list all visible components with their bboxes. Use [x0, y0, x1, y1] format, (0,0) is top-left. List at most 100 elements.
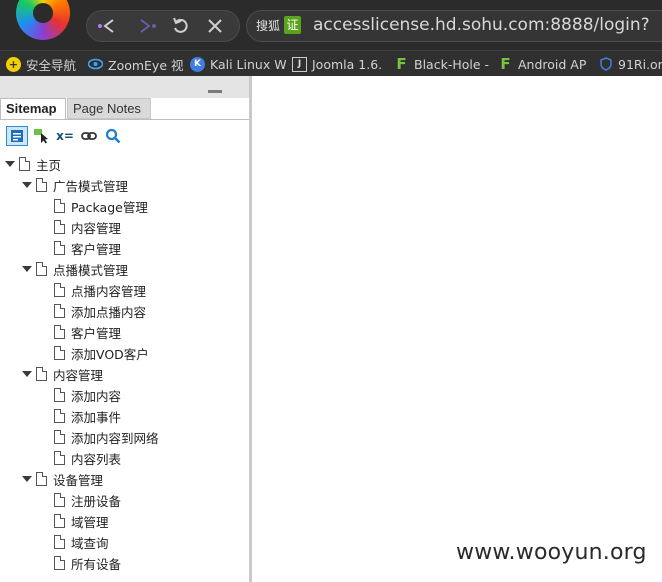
- tree-node-label: 所有设备: [71, 556, 122, 572]
- bookmark-label: Joomla 1.6.: [312, 56, 383, 72]
- browser-logo-icon[interactable]: [16, 0, 70, 40]
- bookmark-item[interactable]: F Black-Hole -: [394, 55, 489, 73]
- page-icon: [54, 241, 65, 255]
- tree-node[interactable]: 所有设备: [54, 553, 121, 573]
- tree-node-label: Package管理: [71, 199, 148, 215]
- bookmark-label: 安全导航: [26, 57, 77, 73]
- bookmark-label: Android AP: [518, 56, 587, 72]
- page-icon: [36, 262, 47, 276]
- tree-node[interactable]: 添加内容到网络: [54, 427, 159, 447]
- page-icon: [54, 220, 65, 234]
- bookmark-label: ZoomEye 视: [108, 57, 184, 73]
- page-icon: [54, 304, 65, 318]
- page-icon: [54, 451, 65, 465]
- collapse-caret-icon[interactable]: [22, 264, 32, 274]
- panel-header: [0, 76, 249, 98]
- bookmark-label: 91Ri.org: [618, 56, 662, 72]
- plus-shield-icon: +: [6, 56, 21, 72]
- tree-node[interactable]: 注册设备: [54, 490, 121, 510]
- tree-node-label: 点播模式管理: [53, 262, 129, 278]
- back-arrow-icon[interactable]: [94, 12, 120, 40]
- variable-icon[interactable]: x=: [54, 126, 76, 146]
- page-icon: [36, 472, 47, 486]
- tree-node[interactable]: 客户管理: [54, 238, 121, 258]
- tree-node[interactable]: 添加点播内容: [54, 301, 146, 321]
- certificate-badge[interactable]: 证: [284, 16, 301, 34]
- tree-node-label: 添加点播内容: [71, 304, 147, 320]
- bookmark-item[interactable]: ZoomEye 视: [88, 55, 184, 73]
- eye-icon: [88, 57, 103, 72]
- link-icon[interactable]: [78, 126, 100, 146]
- kali-icon: K: [190, 56, 205, 72]
- bookmark-item[interactable]: 91Ri.org: [598, 55, 662, 73]
- tree-node[interactable]: 域管理: [54, 511, 109, 531]
- page-icon: [54, 535, 65, 549]
- tree-node[interactable]: 添加内容: [54, 385, 121, 405]
- tree-node[interactable]: 广告模式管理: [22, 175, 128, 195]
- joomla-icon: J: [292, 56, 307, 72]
- collapse-caret-icon[interactable]: [5, 159, 15, 169]
- tree-node-root[interactable]: 主页: [5, 154, 61, 174]
- tree-node[interactable]: 添加VOD客户: [54, 343, 149, 363]
- bookmark-item[interactable]: + 安全导航: [6, 55, 76, 73]
- tree-node-label: 添加内容到网络: [71, 430, 159, 446]
- bookmark-item[interactable]: K Kali Linux W: [190, 55, 287, 73]
- collapse-caret-icon[interactable]: [22, 474, 32, 484]
- tabs-divider: [0, 119, 249, 120]
- page-icon: [36, 367, 47, 381]
- page-icon: [19, 157, 30, 171]
- page-icon: [54, 430, 65, 444]
- tree-node[interactable]: 内容管理: [54, 217, 121, 237]
- tree-node[interactable]: 内容列表: [54, 448, 121, 468]
- tab-sitemap[interactable]: Sitemap: [0, 98, 66, 119]
- shield-icon: [598, 57, 613, 72]
- bookmark-label: Black-Hole -: [414, 56, 490, 72]
- tree-node-label: 主页: [36, 157, 62, 173]
- tree-node-label: 添加内容: [71, 388, 122, 404]
- tree-node-label: 点播内容管理: [71, 283, 147, 299]
- tree-node-label: 设备管理: [53, 472, 104, 488]
- tree-node-label: 广告模式管理: [53, 178, 129, 194]
- bookmark-item[interactable]: F Android AP: [498, 55, 586, 73]
- search-engine-tag[interactable]: 搜狐: [256, 17, 280, 34]
- close-icon[interactable]: [202, 12, 228, 40]
- tab-page-notes[interactable]: Page Notes: [67, 98, 151, 119]
- tree-node[interactable]: 内容管理: [22, 364, 103, 384]
- forward-arrow-icon[interactable]: [134, 12, 160, 40]
- tree-node[interactable]: 域查询: [54, 532, 109, 552]
- page-icon: [54, 325, 65, 339]
- tree-node-label: 域管理: [71, 514, 109, 530]
- sitemap-view-icon[interactable]: [6, 126, 28, 146]
- cursor-icon[interactable]: [30, 126, 52, 146]
- collapse-caret-icon[interactable]: [22, 369, 32, 379]
- bookmark-label: Kali Linux W: [210, 56, 287, 72]
- tree-node[interactable]: 设备管理: [22, 469, 103, 489]
- tree-node[interactable]: Package管理: [54, 196, 148, 216]
- reload-icon[interactable]: [168, 12, 194, 40]
- tree-node-label: 内容管理: [53, 367, 104, 383]
- minimize-icon[interactable]: [208, 90, 222, 93]
- tree-node[interactable]: 客户管理: [54, 322, 121, 342]
- f-icon: F: [500, 55, 511, 73]
- sitemap-panel: Sitemap Page Notes x= 主页 广告模式管理 Package管…: [0, 76, 252, 582]
- tree-node-label: 客户管理: [71, 241, 122, 257]
- page-content-area: [252, 76, 662, 582]
- page-icon: [54, 388, 65, 402]
- tree-node-label: 注册设备: [71, 493, 122, 509]
- search-icon[interactable]: [102, 126, 124, 146]
- collapse-caret-icon[interactable]: [22, 180, 32, 190]
- page-icon: [54, 556, 65, 570]
- tree-node[interactable]: 点播模式管理: [22, 259, 128, 279]
- page-icon: [54, 346, 65, 360]
- bookmarks-bar: + 安全导航 ZoomEye 视 K Kali Linux W J Joomla…: [0, 50, 662, 76]
- url-text[interactable]: accesslicense.hd.sohu.com:8888/login?: [313, 15, 650, 35]
- page-icon: [54, 514, 65, 528]
- page-icon: [54, 283, 65, 297]
- bookmark-item[interactable]: J Joomla 1.6.: [292, 55, 382, 73]
- tree-node[interactable]: 点播内容管理: [54, 280, 146, 300]
- tree-node[interactable]: 添加事件: [54, 406, 121, 426]
- page-icon: [36, 178, 47, 192]
- page-icon: [54, 493, 65, 507]
- page-icon: [54, 409, 65, 423]
- tree-node-label: 添加VOD客户: [71, 346, 149, 362]
